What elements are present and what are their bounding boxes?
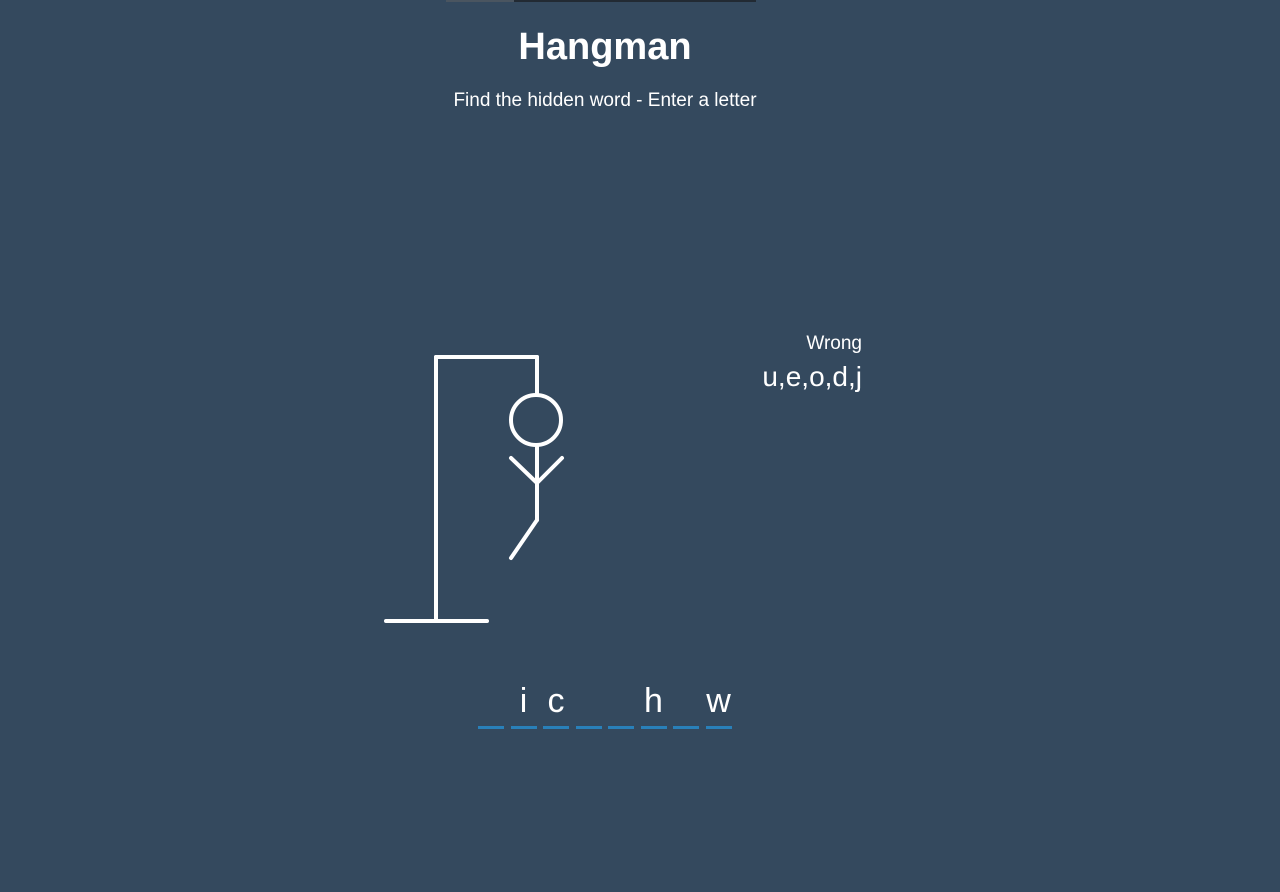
hangman-left-arm bbox=[509, 456, 539, 485]
slot-underline bbox=[575, 726, 602, 729]
page-title: Hangman bbox=[518, 26, 692, 68]
top-bar-segment bbox=[446, 0, 514, 2]
slot-underline bbox=[608, 726, 634, 729]
letter-char bbox=[608, 678, 634, 726]
letter-slot: w bbox=[705, 678, 732, 729]
hangman-right-arm bbox=[535, 456, 564, 485]
letter-char bbox=[478, 678, 504, 726]
letter-char: i bbox=[519, 682, 528, 720]
top-bar bbox=[446, 0, 756, 2]
letter-char bbox=[673, 678, 699, 726]
slot-underline bbox=[510, 726, 537, 729]
instructions-text: Find the hidden word - Enter a letter bbox=[453, 90, 757, 111]
letter-slot bbox=[478, 678, 504, 729]
letter-slot bbox=[575, 678, 602, 729]
letter-char bbox=[576, 678, 602, 726]
wrong-label: Wrong bbox=[806, 333, 862, 354]
letter-slot: h bbox=[640, 678, 667, 729]
letter-slot: i bbox=[510, 678, 537, 729]
hidden-word: i c h w bbox=[478, 678, 732, 729]
wrong-letters-panel: Wrong u,e,o,d,j bbox=[762, 332, 862, 394]
letter-slot bbox=[608, 678, 634, 729]
letter-slot bbox=[673, 678, 699, 729]
slot-underline bbox=[705, 726, 732, 729]
letter-slot: c bbox=[543, 678, 569, 729]
letter-char: w bbox=[706, 682, 731, 720]
letter-char: c bbox=[547, 682, 565, 720]
hangman-left-leg bbox=[509, 518, 539, 560]
slot-underline bbox=[673, 726, 699, 729]
slot-underline bbox=[640, 726, 667, 729]
hangman-head bbox=[509, 393, 563, 447]
slot-underline bbox=[543, 726, 569, 729]
slot-underline bbox=[478, 726, 504, 729]
wrong-letters-list: u,e,o,d,j bbox=[762, 361, 862, 392]
letter-char: h bbox=[644, 682, 663, 720]
hangman-drawing bbox=[384, 355, 564, 623]
game-page: Hangman Find the hidden word - Enter a l… bbox=[0, 0, 1280, 892]
